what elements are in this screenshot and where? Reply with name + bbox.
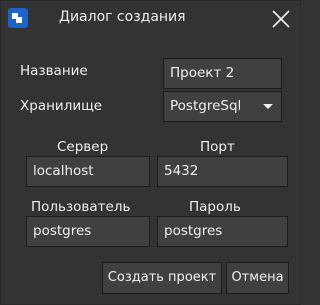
close-icon — [272, 10, 290, 28]
app-logo-icon — [8, 8, 28, 28]
server-field[interactable]: localhost — [26, 156, 150, 187]
storage-label: Хранилище — [20, 98, 103, 114]
close-button[interactable] — [268, 6, 294, 32]
dialog-window: Диалог создания Название Проект 2 Хранил… — [0, 0, 301, 305]
storage-select[interactable]: PostgreSql — [163, 91, 282, 122]
create-project-button[interactable]: Создать проект — [102, 262, 222, 294]
name-label: Название — [20, 63, 88, 79]
port-label: Порт — [200, 139, 235, 155]
cancel-button[interactable]: Отмена — [226, 262, 289, 294]
server-label: Сервер — [57, 139, 109, 155]
password-field[interactable]: postgres — [157, 216, 288, 247]
dialog-title: Диалог создания — [59, 9, 186, 25]
port-field[interactable]: 5432 — [157, 156, 288, 187]
password-label: Пароль — [189, 199, 241, 215]
storage-select-value: PostgreSql — [170, 98, 242, 114]
user-label: Пользователь — [31, 199, 131, 215]
chevron-down-icon — [263, 104, 273, 109]
user-field[interactable]: postgres — [26, 216, 150, 247]
title-bar: Диалог создания — [1, 1, 300, 37]
name-field[interactable]: Проект 2 — [163, 58, 282, 89]
